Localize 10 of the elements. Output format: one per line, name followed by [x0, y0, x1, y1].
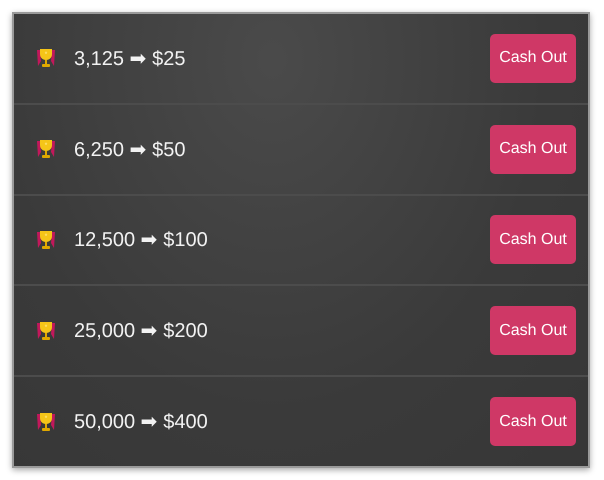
exchange-text: 6,250 ➡ $50: [74, 138, 187, 162]
exchange-text: 3,125 ➡ $25: [74, 46, 187, 71]
exchange-text: 12,500 ➡ $100: [74, 228, 209, 252]
cash-out-button[interactable]: Cash Out: [490, 397, 576, 446]
cash-out-button[interactable]: Cash Out: [490, 124, 576, 174]
cash-out-button[interactable]: Cash Out: [490, 215, 576, 264]
exchange-text: 50,000 ➡ $400: [74, 410, 209, 434]
cash-out-button[interactable]: Cash Out: [490, 34, 576, 83]
cash-out-button[interactable]: Cash Out: [490, 306, 576, 356]
exchange-text: 25,000 ➡ $200: [74, 319, 209, 344]
